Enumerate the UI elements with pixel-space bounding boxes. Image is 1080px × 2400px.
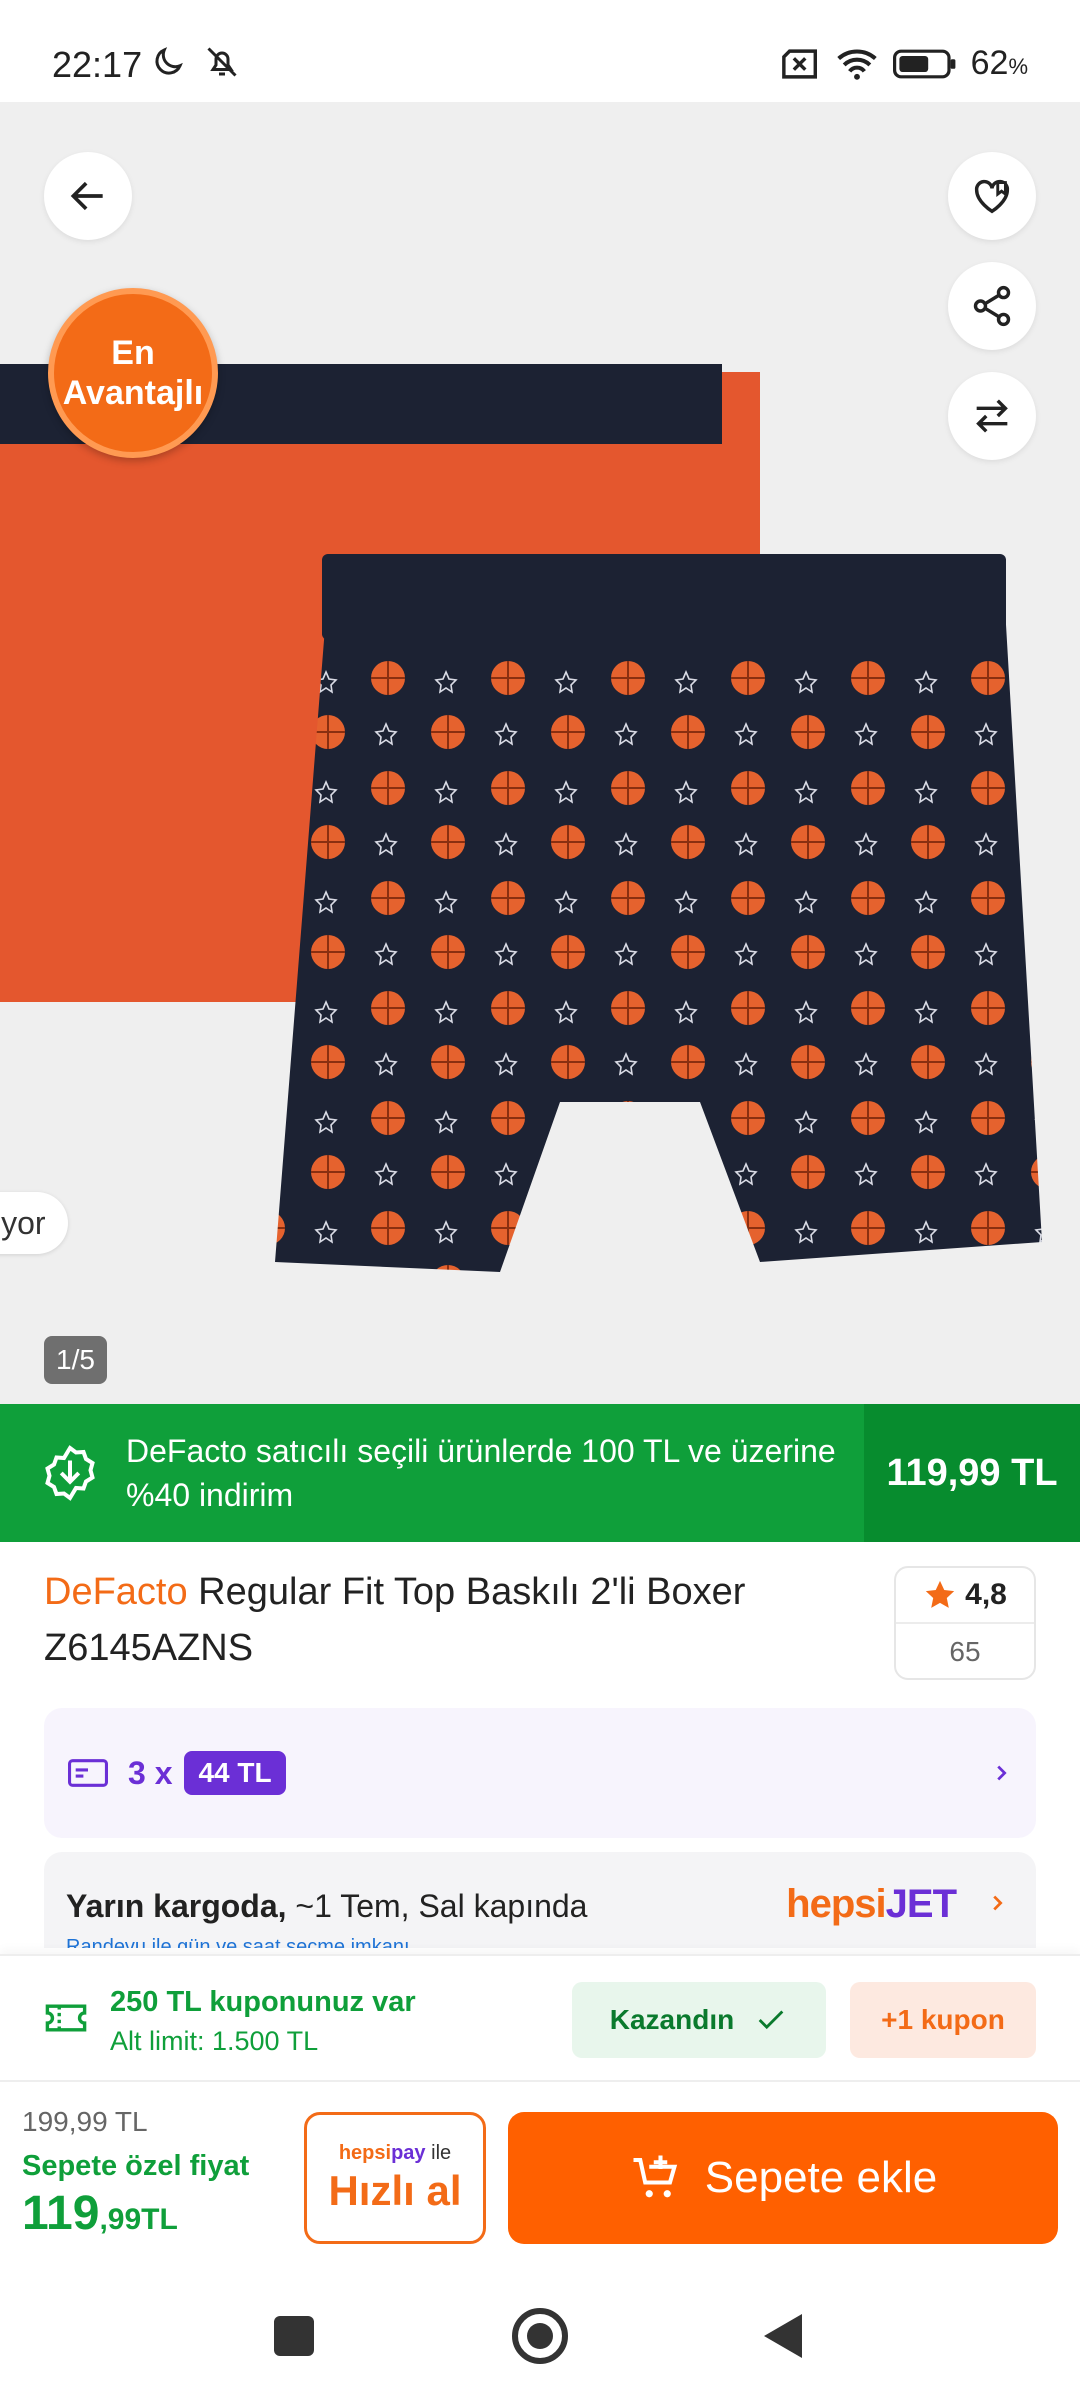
chevron-right-icon xyxy=(997,1765,1007,1781)
coupon-title: 250 TL kuponunuz var xyxy=(110,1986,416,2018)
add-to-cart-button[interactable]: Sepete ekle xyxy=(508,2112,1058,2244)
hepsijet-logo: hepsiJET xyxy=(786,1882,957,1926)
coupon-limit: Alt limit: 1.500 TL xyxy=(110,2026,319,2056)
coupon-won-label: Kazandın xyxy=(609,2004,735,2035)
promo-main: DeFacto satıcılı seçili ürünlerde 100 TL… xyxy=(0,1404,864,1542)
arrow-left-icon xyxy=(70,181,103,211)
product-image-gallery[interactable]: En Avantajlı iyor 1/5 xyxy=(0,102,1080,1404)
special-price-label: Sepete özel fiyat xyxy=(22,2150,250,2182)
coupon-won-button[interactable]: Kazandın xyxy=(572,1982,826,2058)
home-button[interactable] xyxy=(512,2308,568,2364)
system-back-button[interactable] xyxy=(764,2314,802,2358)
patterned-boxer xyxy=(275,556,1042,1272)
rating-value: 4,8 xyxy=(965,1578,1007,1611)
more-coupon-button[interactable]: +1 kupon xyxy=(850,1982,1036,2058)
coupon-ticket-icon xyxy=(45,2004,87,2032)
patterned-boxer-waistband xyxy=(322,554,1006,640)
heart-icon xyxy=(974,179,1010,214)
recents-button[interactable] xyxy=(274,2316,314,2356)
image-page-indicator: 1/5 xyxy=(44,1336,107,1384)
back-button[interactable] xyxy=(44,152,132,240)
compare-button[interactable] xyxy=(948,372,1036,460)
special-price: 119,99TL xyxy=(22,2187,178,2240)
status-left-icons xyxy=(150,44,240,80)
share-button[interactable] xyxy=(948,262,1036,350)
quick-buy-label: Hızlı al xyxy=(328,2166,462,2214)
buy-bar: 199,99 TL Sepete özel fiyat 119,99TL hep… xyxy=(0,2082,1080,2260)
brand-link[interactable]: DeFacto xyxy=(44,1571,188,1613)
bell-off-icon xyxy=(207,47,237,77)
coupon-row: 250 TL kuponunuz var Alt limit: 1.500 TL… xyxy=(0,1954,1080,2082)
battery-icon xyxy=(892,49,956,78)
promo-banner[interactable]: DeFacto satıcılı seçili ürünlerde 100 TL… xyxy=(0,1404,1080,1542)
promo-text: DeFacto satıcılı seçili ürünlerde 100 TL… xyxy=(126,1433,836,1513)
checkmark-icon xyxy=(758,2010,784,2030)
quick-buy-button[interactable]: hepsipay ile Hızlı al xyxy=(304,2112,486,2244)
old-price: 199,99 TL xyxy=(22,2106,148,2137)
battery-percent: 62% xyxy=(970,44,1028,82)
product-title: DeFacto Regular Fit Top Baskılı 2'li Box… xyxy=(44,1564,894,1676)
installment-amount: 44 TL xyxy=(184,1751,286,1795)
chevron-right-icon xyxy=(993,1895,1003,1911)
info-tag[interactable]: iyor xyxy=(0,1192,68,1254)
rating-box[interactable]: 4,8 65 xyxy=(894,1566,1036,1680)
shipping-eta-bold: Yarın kargoda, xyxy=(66,1888,287,1924)
shipping-eta: Yarın kargoda, ~1 Tem, Sal kapında xyxy=(66,1888,587,1925)
wifi-icon xyxy=(836,48,877,80)
advantage-badge: En Avantajlı xyxy=(48,288,218,458)
hepsipay-label: hepsipay ile xyxy=(338,2141,452,2164)
rating-count: 65 xyxy=(949,1636,981,1667)
no-sim-icon xyxy=(781,48,817,79)
cart-plus-icon xyxy=(633,2155,677,2198)
moon-icon xyxy=(155,47,183,75)
shipping-appointment-text: Randevu ile gün ve saat seçme imkanı xyxy=(66,1936,410,1948)
installment-text: 3 x 44 TL xyxy=(128,1751,286,1795)
status-bar: 22:17 62% xyxy=(0,0,1080,102)
rating-score: 4,8 xyxy=(896,1568,1034,1624)
badge-line-1: En xyxy=(111,334,155,372)
info-tag-text: iyor xyxy=(0,1204,46,1241)
status-time: 22:17 xyxy=(52,44,143,85)
star-icon xyxy=(925,1580,955,1608)
system-nav-bar xyxy=(0,2260,1080,2400)
favorite-button[interactable] xyxy=(948,152,1036,240)
shipping-eta-rest: ~1 Tem, Sal kapında xyxy=(286,1888,588,1924)
installment-prefix: 3 x xyxy=(128,1754,173,1791)
installment-card[interactable]: 3 x 44 TL xyxy=(44,1708,1036,1838)
credit-card-icon xyxy=(68,1759,108,1787)
swap-arrows-icon xyxy=(976,399,1008,433)
badge-line-2: Avantajlı xyxy=(62,374,204,412)
share-icon xyxy=(973,285,1011,327)
add-to-cart-label: Sepete ekle xyxy=(704,2153,938,2202)
discount-badge-icon xyxy=(45,1445,95,1501)
shipping-card[interactable]: Yarın kargoda, ~1 Tem, Sal kapında Rande… xyxy=(44,1852,1036,1948)
promo-price: 119,99 TL xyxy=(864,1404,1080,1542)
status-right-icons: 62% xyxy=(781,44,1028,83)
